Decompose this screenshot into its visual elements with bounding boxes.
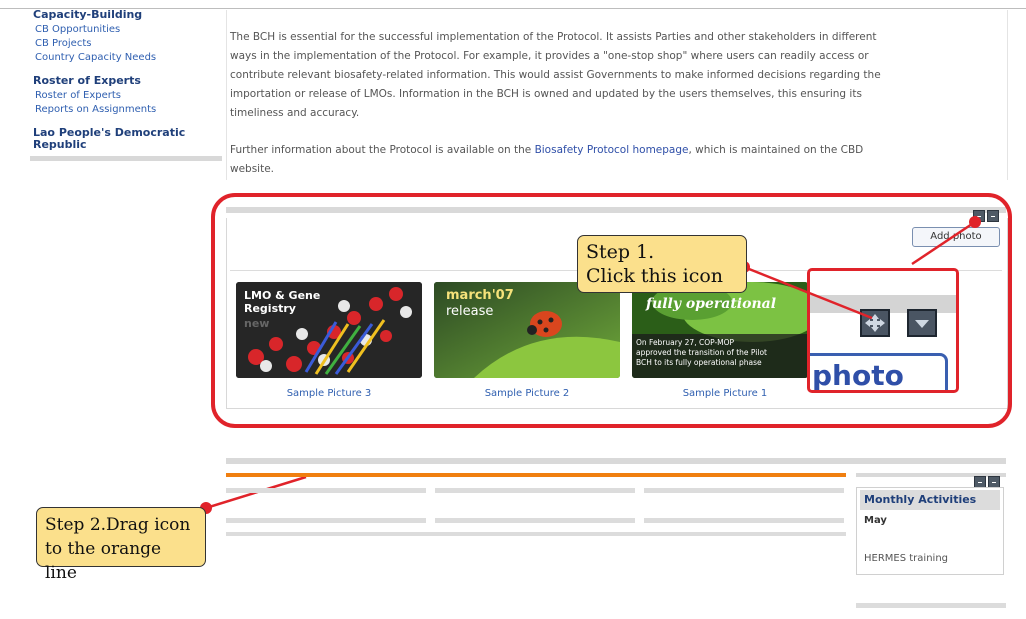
step2-line: Step 2.Drag icon [45, 515, 191, 535]
step1-callout: Step 1. Click this icon [577, 235, 747, 293]
lower-section-bar [226, 458, 1006, 464]
step2-line: to the orange line [45, 539, 162, 583]
placeholder-bar [644, 518, 844, 523]
monthly-month: May [864, 515, 887, 526]
placeholder-bar [226, 518, 426, 523]
step1-line: Click this icon [586, 265, 724, 287]
monthly-activities-title: Monthly Activities [860, 490, 1000, 510]
placeholder-bar [435, 488, 635, 493]
placeholder-bar [226, 488, 426, 493]
placeholder-bar [435, 518, 635, 523]
placeholder-bar [644, 488, 844, 493]
drop-target-orange-line[interactable] [226, 473, 846, 477]
step2-callout: Step 2.Drag icon to the orange line [36, 507, 206, 583]
footer-bar [856, 603, 1006, 608]
placeholder-bar [226, 532, 846, 536]
step1-line: Step 1. [586, 241, 655, 263]
widget-icon-marker-dot [969, 216, 981, 228]
monthly-activity-item[interactable]: HERMES training [864, 553, 948, 564]
